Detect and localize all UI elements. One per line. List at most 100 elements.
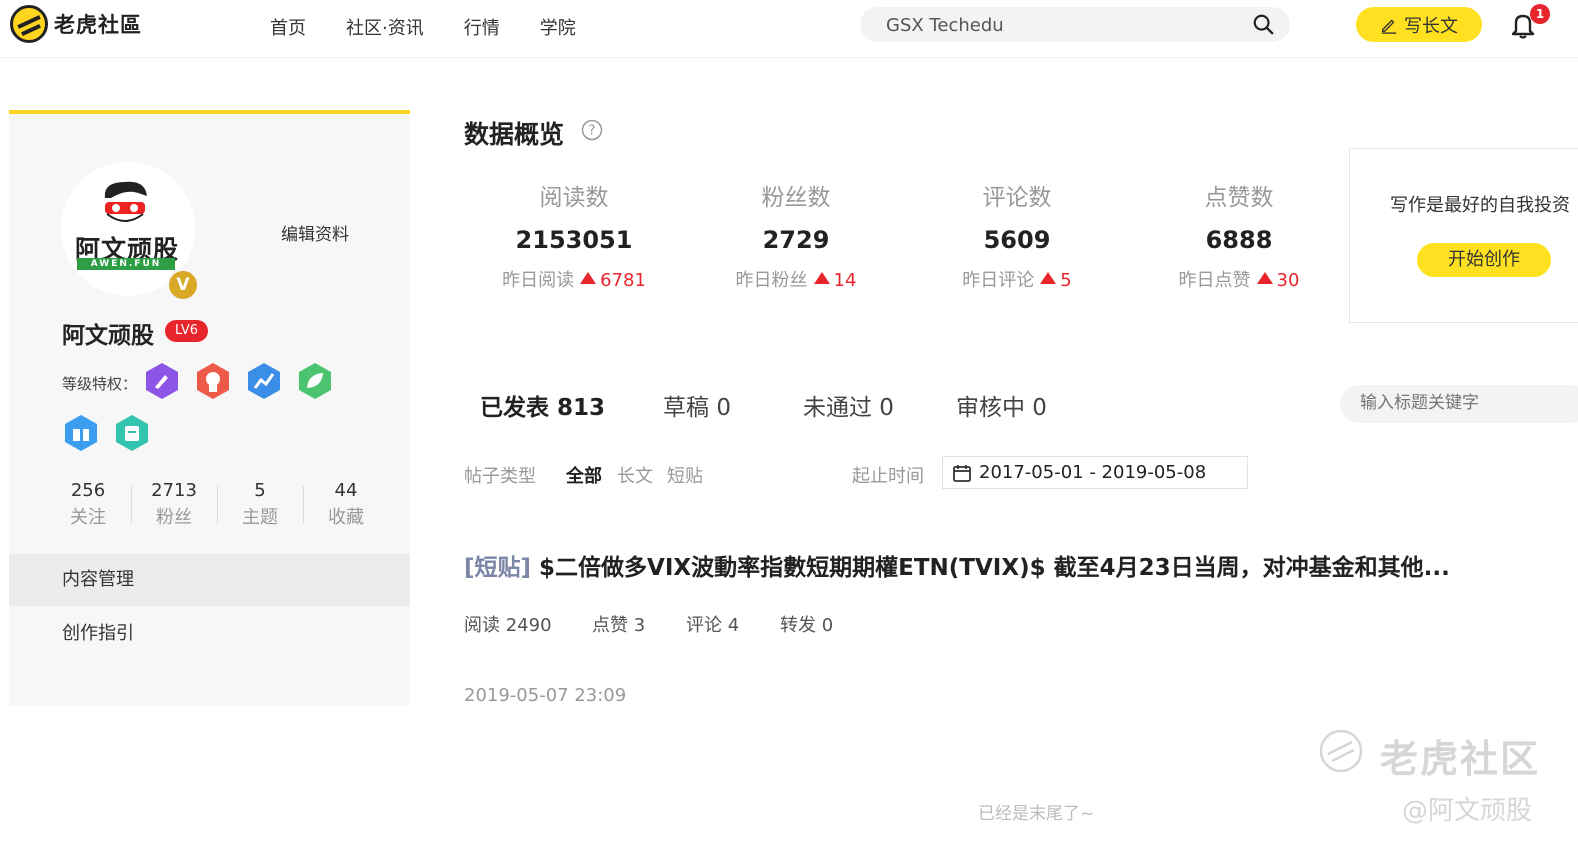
title-keyword-input[interactable] — [1360, 393, 1578, 413]
verified-badge: V — [166, 268, 200, 302]
username: 阿文顽股 — [62, 323, 154, 349]
metric-likes-label: 点赞数 — [1204, 185, 1274, 211]
post-date: 2019-05-07 23:09 — [464, 685, 627, 706]
leaf-privilege-icon[interactable] — [296, 362, 334, 400]
calendar-icon — [953, 465, 971, 482]
nav-home[interactable]: 首页 — [270, 14, 306, 40]
filter-all[interactable]: 全部 — [566, 462, 602, 488]
post-reads: 阅读 2490 — [464, 615, 552, 636]
up-arrow-icon — [1040, 272, 1057, 284]
start-writing-button[interactable]: 开始创作 — [1417, 243, 1551, 277]
nav-market[interactable]: 行情 — [464, 14, 500, 40]
menu-creation-guide[interactable]: 创作指引 — [9, 608, 410, 660]
metric-likes-sub-label: 昨日点赞 — [1178, 270, 1251, 291]
edit-privilege-icon[interactable] — [143, 362, 181, 400]
main-nav: 首页 社区·资讯 行情 学院 — [270, 14, 616, 40]
up-arrow-icon — [1256, 272, 1273, 284]
help-icon[interactable]: ? — [581, 119, 603, 141]
filter-short[interactable]: 短贴 — [667, 462, 703, 488]
post-comments: 评论 4 — [686, 615, 740, 636]
logo-text: 老虎社區 — [54, 13, 142, 37]
stat-favorites-count: 44 — [334, 480, 358, 501]
date-range-label: 起止时间 — [852, 466, 924, 487]
level-badge: LV6 — [165, 320, 208, 342]
watermark-author: @阿文顽股 — [1402, 796, 1533, 826]
promo-text: 写作是最好的自我投资 — [1390, 195, 1570, 216]
stat-topics-count: 5 — [254, 480, 266, 501]
metric-likes: 点赞数 6888 昨日点赞 30 — [1129, 178, 1349, 292]
date-range-value: 2017-05-01 - 2019-05-08 — [979, 462, 1207, 483]
tab-rejected[interactable]: 未通过 0 — [803, 388, 894, 422]
metric-reads-sub-value: 6781 — [600, 270, 646, 291]
metric-fans-yesterday: 昨日粉丝 14 — [686, 266, 906, 292]
filter-long[interactable]: 长文 — [617, 462, 653, 488]
metric-comments: 评论数 5609 昨日评论 5 — [907, 178, 1127, 292]
medal-privilege-icon[interactable] — [194, 362, 232, 400]
stat-favorites-label: 收藏 — [328, 507, 364, 528]
title-search — [1340, 385, 1578, 423]
metric-likes-sub-value: 30 — [1276, 270, 1300, 291]
profile-stats: 256 关注 2713 粉丝 5 主题 44 收藏 — [45, 480, 389, 529]
metric-fans-value: 2729 — [762, 226, 830, 254]
stat-followers-label: 粉丝 — [156, 507, 192, 528]
write-article-button[interactable]: 写长文 — [1356, 7, 1482, 42]
menu-content-management[interactable]: 内容管理 — [9, 554, 410, 606]
tiger-logo-icon — [10, 5, 48, 43]
post-shares: 转发 0 — [780, 615, 834, 636]
up-arrow-icon — [813, 272, 830, 284]
search-input[interactable] — [886, 13, 1226, 37]
date-range-picker[interactable]: 2017-05-01 - 2019-05-08 — [942, 456, 1248, 489]
privilege-label: 等级特权： — [62, 375, 138, 393]
writing-promo-card: 写作是最好的自我投资 开始创作 — [1349, 148, 1578, 323]
top-header: 老虎社區 首页 社区·资讯 行情 学院 写长文 1 — [0, 0, 1578, 58]
up-arrow-icon — [580, 272, 597, 284]
watermark-brand: 老虎社区 — [1380, 737, 1541, 781]
tab-drafts[interactable]: 草稿 0 — [663, 388, 731, 422]
metric-fans: 粉丝数 2729 昨日粉丝 14 — [686, 178, 906, 292]
metric-comments-value: 5609 — [983, 226, 1051, 254]
stat-followers[interactable]: 2713 粉丝 — [131, 480, 217, 529]
metric-reads: 阅读数 2153051 昨日阅读 6781 — [464, 178, 684, 292]
metric-comments-sub-value: 5 — [1060, 270, 1072, 291]
metric-reads-value: 2153051 — [515, 226, 633, 254]
global-search — [860, 7, 1290, 42]
notification-badge: 1 — [1530, 4, 1550, 24]
tiger-watermark-icon — [1319, 729, 1363, 773]
nav-academy[interactable]: 学院 — [540, 14, 576, 40]
metric-likes-yesterday: 昨日点赞 30 — [1129, 266, 1349, 292]
stat-following-count: 256 — [70, 480, 106, 501]
stat-topics[interactable]: 5 主题 — [217, 480, 303, 529]
stat-following[interactable]: 256 关注 — [45, 480, 131, 529]
metric-reads-yesterday: 昨日阅读 6781 — [464, 266, 684, 292]
site-logo[interactable]: 老虎社區 — [10, 5, 142, 43]
metric-fans-sub-value: 14 — [833, 270, 857, 291]
metric-comments-sub-label: 昨日评论 — [962, 270, 1035, 291]
edit-profile-link[interactable]: 编辑资料 — [281, 220, 349, 245]
pen-icon — [1381, 19, 1397, 34]
stat-following-label: 关注 — [70, 507, 106, 528]
stat-followers-count: 2713 — [151, 480, 197, 501]
post-status-tabs: 已发表 813 草稿 0 未通过 0 审核中 0 — [480, 388, 1047, 422]
post-type-label: 帖子类型 — [464, 466, 536, 487]
search-icon[interactable] — [1252, 13, 1274, 35]
metric-likes-value: 6888 — [1205, 226, 1273, 254]
overview-title: 数据概览 — [464, 120, 565, 149]
metric-reads-label: 阅读数 — [539, 185, 609, 211]
avatar-subtext: AWEN.FUN — [77, 258, 175, 270]
metric-comments-yesterday: 昨日评论 5 — [907, 266, 1127, 292]
post-tag: [短贴] — [464, 555, 532, 581]
tab-published[interactable]: 已发表 813 — [480, 388, 605, 422]
nav-community-news[interactable]: 社区·资讯 — [346, 14, 424, 40]
avatar-face-icon — [104, 181, 147, 222]
post-title-link[interactable]: [短贴] $二倍做多VIX波動率指數短期期權ETN(TVIX)$ 截至4月23日… — [464, 548, 1474, 582]
write-article-label: 写长文 — [1404, 15, 1458, 37]
tab-reviewing[interactable]: 审核中 0 — [956, 388, 1047, 422]
svg-text:?: ? — [589, 124, 596, 139]
metric-fans-label: 粉丝数 — [761, 185, 831, 211]
chart-privilege-icon[interactable] — [245, 362, 283, 400]
document-privilege-icon[interactable] — [113, 414, 151, 452]
profile-sidebar: 阿文顽股 AWEN.FUN V 编辑资料 阿文顽股 LV6 等级特权： 256 … — [9, 110, 410, 706]
metric-comments-label: 评论数 — [982, 185, 1052, 211]
stat-favorites[interactable]: 44 收藏 — [303, 480, 389, 529]
gift-privilege-icon[interactable] — [62, 414, 100, 452]
